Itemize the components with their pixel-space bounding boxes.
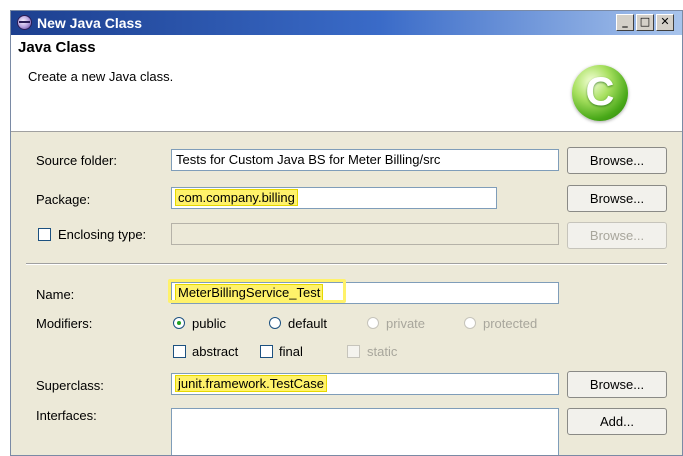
- separator: [26, 263, 667, 265]
- default-label: default: [288, 316, 328, 331]
- name-label: Name:: [36, 287, 75, 302]
- add-interface-button[interactable]: Add...: [567, 408, 667, 435]
- source-folder-browse-button[interactable]: Browse...: [567, 147, 667, 174]
- final-label: final: [279, 344, 303, 359]
- package-value: com.company.billing: [175, 189, 298, 206]
- class-icon-letter: C: [585, 70, 615, 114]
- source-folder-input[interactable]: Tests for Custom Java BS for Meter Billi…: [171, 149, 559, 171]
- public-radio[interactable]: [173, 317, 185, 329]
- minimize-button[interactable]: _: [616, 14, 634, 31]
- abstract-label: abstract: [192, 344, 239, 359]
- package-browse-button[interactable]: Browse...: [567, 185, 667, 212]
- window-title: New Java Class: [37, 15, 143, 31]
- abstract-checkbox[interactable]: [173, 345, 186, 358]
- superclass-input[interactable]: junit.framework.TestCase: [171, 373, 559, 395]
- protected-radio: [464, 317, 476, 329]
- superclass-browse-button[interactable]: Browse...: [567, 371, 667, 398]
- source-folder-label: Source folder:: [36, 153, 117, 168]
- name-highlight: [168, 279, 346, 303]
- superclass-label: Superclass:: [36, 378, 104, 393]
- private-radio: [367, 317, 379, 329]
- title-bar[interactable]: New Java Class _ □ ✕: [11, 11, 682, 35]
- package-label: Package:: [36, 192, 91, 207]
- static-label: static: [367, 344, 398, 359]
- close-button[interactable]: ✕: [656, 14, 674, 31]
- maximize-button[interactable]: □: [636, 14, 654, 31]
- package-input[interactable]: com.company.billing: [171, 187, 497, 209]
- enclosing-type-input: [171, 223, 559, 245]
- page-description: Create a new Java class.: [28, 69, 174, 84]
- public-label: public: [192, 316, 226, 331]
- superclass-value: junit.framework.TestCase: [175, 375, 327, 392]
- protected-label: protected: [483, 316, 538, 331]
- java-class-icon: C: [572, 65, 628, 121]
- enclosing-type-checkbox[interactable]: [38, 228, 51, 241]
- interfaces-list[interactable]: [171, 408, 559, 455]
- eclipse-icon: [17, 15, 32, 30]
- static-checkbox: [347, 345, 360, 358]
- modifiers-label: Modifiers:: [36, 316, 93, 331]
- default-radio[interactable]: [269, 317, 281, 329]
- page-title: Java Class: [18, 39, 96, 56]
- enclosing-type-label: Enclosing type:: [58, 227, 147, 242]
- wizard-header: Java Class Create a new Java class. C: [11, 35, 682, 132]
- final-checkbox[interactable]: [260, 345, 273, 358]
- enclosing-type-browse-button: Browse...: [567, 222, 667, 249]
- interfaces-label: Interfaces:: [36, 408, 97, 423]
- private-label: private: [386, 316, 426, 331]
- new-java-class-dialog: New Java Class _ □ ✕ Java Class Create a…: [10, 10, 683, 456]
